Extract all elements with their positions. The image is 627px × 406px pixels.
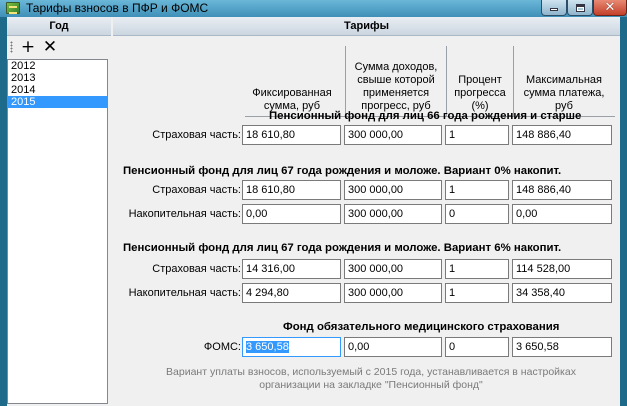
- foms-threshold-field[interactable]: [344, 337, 442, 357]
- foms-max-field[interactable]: [512, 337, 612, 357]
- rates-panel-header: Тарифы: [113, 17, 620, 36]
- row-label-foms: ФОМС:: [203, 341, 241, 353]
- pfr67-0-insurance-threshold-field[interactable]: [344, 180, 442, 200]
- year-list[interactable]: 2012 2013 2014 2015: [7, 59, 108, 404]
- pfr66-insurance-max-field[interactable]: [512, 125, 612, 145]
- column-header-progress-percent: Процент прогресса (%): [454, 74, 506, 112]
- years-panel-header: Год: [7, 17, 111, 36]
- year-list-item[interactable]: 2014: [8, 84, 107, 96]
- pfr67-6-insurance-max-field[interactable]: [512, 259, 612, 279]
- pfr66-insurance-fixed-sum-field[interactable]: [242, 125, 341, 145]
- footer-note: Вариант уплаты взносов, используемый с 2…: [166, 366, 576, 391]
- title-bar[interactable]: Тарифы взносов в ПФР и ФОМС ✕: [0, 0, 627, 17]
- foms-percent-field[interactable]: [445, 337, 509, 357]
- close-icon: ✕: [604, 0, 616, 15]
- pfr66-insurance-percent-field[interactable]: [445, 125, 509, 145]
- pfr67-0-accum-percent-field[interactable]: [445, 204, 509, 224]
- minimize-button[interactable]: [541, 0, 567, 16]
- pfr67-6-insurance-threshold-field[interactable]: [344, 259, 442, 279]
- pfr67-6-accum-percent-field[interactable]: [445, 283, 509, 303]
- foms-fixed-sum-field[interactable]: 3 650,58: [242, 337, 341, 357]
- row-label-accumulative: Накопительная часть:: [128, 208, 241, 220]
- year-list-item[interactable]: 2012: [8, 60, 107, 72]
- delete-year-button[interactable]: ✕: [40, 37, 60, 57]
- row-label-insurance: Страховая часть:: [152, 184, 241, 196]
- section-title-pfr-67-6pct: Пенсионный фонд для лиц 67 года рождения…: [123, 242, 562, 254]
- minimize-icon: [550, 8, 558, 11]
- maximize-button[interactable]: [567, 0, 593, 16]
- app-icon: [6, 2, 20, 14]
- year-list-item[interactable]: 2013: [8, 72, 107, 84]
- pfr67-6-accum-threshold-field[interactable]: [344, 283, 442, 303]
- pfr67-6-insurance-fixed-sum-field[interactable]: [242, 259, 341, 279]
- pfr67-6-accum-fixed-sum-field[interactable]: [242, 283, 341, 303]
- maximize-icon: [575, 4, 585, 12]
- dialog-client-area: Год + ✕ 2012 2013 2014 2015 Тарифы Фикси…: [7, 17, 620, 406]
- pfr67-0-insurance-max-field[interactable]: [512, 180, 612, 200]
- section-title-pfr-66: Пенсионный фонд для лиц 66 года рождения…: [269, 110, 582, 122]
- add-year-button[interactable]: +: [18, 37, 38, 57]
- column-header-income-threshold: Сумма доходов, свыше которой применяется…: [354, 61, 438, 112]
- year-list-item-selected[interactable]: 2015: [8, 96, 107, 108]
- pfr67-0-accum-fixed-sum-field[interactable]: [242, 204, 341, 224]
- pfr67-0-accum-max-field[interactable]: [512, 204, 612, 224]
- toolbar-grip-icon[interactable]: [10, 41, 13, 53]
- years-panel: Год + ✕ 2012 2013 2014 2015: [7, 17, 111, 406]
- pfr67-0-accum-threshold-field[interactable]: [344, 204, 442, 224]
- window-title: Тарифы взносов в ПФР и ФОМС: [26, 1, 209, 15]
- row-label-insurance: Страховая часть:: [152, 129, 241, 141]
- row-label-insurance: Страховая часть:: [152, 263, 241, 275]
- column-header-fixed-sum: Фиксированная сумма, руб: [252, 87, 332, 112]
- pfr67-0-insurance-fixed-sum-field[interactable]: [242, 180, 341, 200]
- selected-text: 3 650,58: [246, 341, 289, 353]
- plus-icon: +: [20, 37, 36, 57]
- close-button[interactable]: ✕: [593, 0, 627, 16]
- delete-icon: ✕: [42, 37, 58, 57]
- row-label-accumulative: Накопительная часть:: [128, 287, 241, 299]
- column-header-max-payment: Максимальная сумма платежа, руб: [523, 74, 605, 112]
- pfr67-6-accum-max-field[interactable]: [512, 283, 612, 303]
- pfr66-insurance-threshold-field[interactable]: [344, 125, 442, 145]
- section-title-foms: Фонд обязательного медицинского страхова…: [283, 321, 560, 333]
- pfr67-6-insurance-percent-field[interactable]: [445, 259, 509, 279]
- rates-panel: Тарифы Фиксированная сумма, руб Сумма до…: [113, 17, 620, 406]
- section-title-pfr-67-0pct: Пенсионный фонд для лиц 67 года рождения…: [123, 165, 562, 177]
- pfr67-0-insurance-percent-field[interactable]: [445, 180, 509, 200]
